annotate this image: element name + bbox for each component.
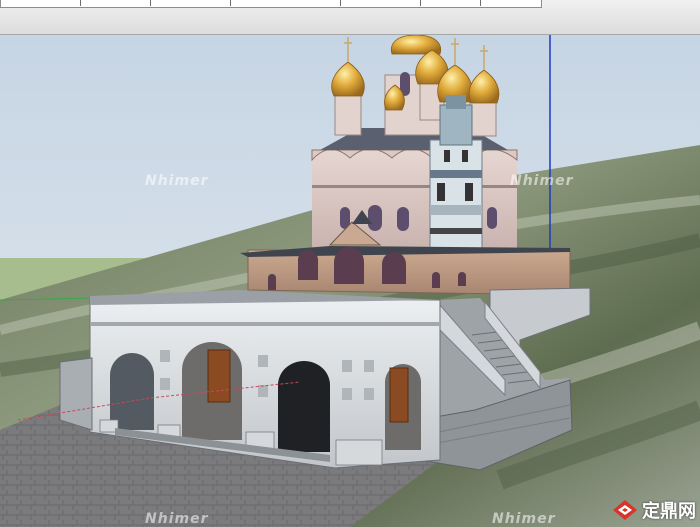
- toolbar: [0, 0, 700, 35]
- toolbar-tick: [80, 0, 81, 6]
- toolbar-tick: [480, 0, 481, 6]
- toolbar-tick: [340, 0, 341, 6]
- scene-svg: [0, 35, 700, 527]
- watermark: Nhimer: [145, 511, 209, 527]
- watermark: Nhimer: [492, 511, 556, 527]
- brand-name: 定鼎网: [642, 501, 696, 522]
- 3d-viewport[interactable]: Nhimer Nhimer Nhimer Nhimer 定鼎网: [0, 35, 700, 527]
- toolbar-field[interactable]: [0, 0, 542, 8]
- toolbar-tick: [150, 0, 151, 6]
- church-middle-level: [247, 249, 571, 296]
- brand-logo: 定鼎网: [612, 497, 696, 523]
- toolbar-tick: [420, 0, 421, 6]
- watermark: Nhimer: [145, 173, 209, 189]
- toolbar-tick: [230, 0, 231, 6]
- diamond-logo-icon: [612, 499, 638, 521]
- watermark: Nhimer: [510, 173, 574, 189]
